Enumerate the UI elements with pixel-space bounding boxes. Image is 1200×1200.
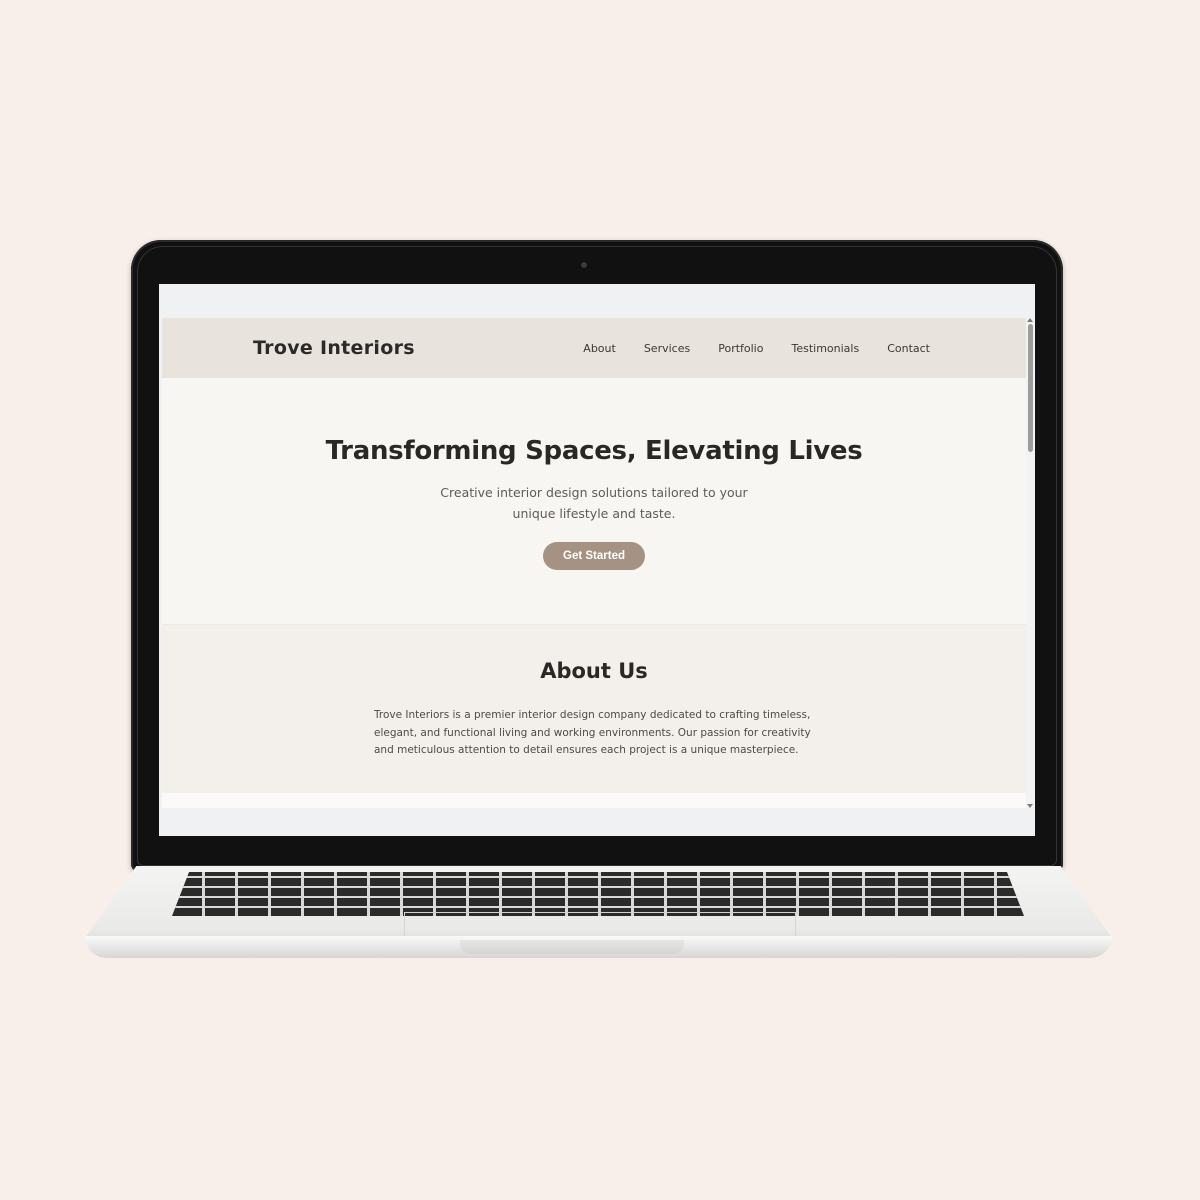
scrollbar-thumb[interactable] xyxy=(1028,324,1033,452)
vertical-scrollbar[interactable] xyxy=(1026,318,1035,808)
nav-link-contact[interactable]: Contact xyxy=(887,342,930,355)
site-navbar: Trove Interiors About Services Portfolio… xyxy=(162,318,1026,378)
about-text: Trove Interiors is a premier interior de… xyxy=(374,709,811,756)
hero-subtitle: Creative interior design solutions tailo… xyxy=(440,485,748,521)
hero-section: Transforming Spaces, Elevating Lives Cre… xyxy=(162,378,1026,625)
keyboard xyxy=(172,872,1024,916)
nav-menu: About Services Portfolio Testimonials Co… xyxy=(555,342,930,355)
nav-link-services[interactable]: Services xyxy=(644,342,690,355)
nav-link-portfolio[interactable]: Portfolio xyxy=(718,342,763,355)
webcam-icon xyxy=(581,262,587,268)
about-section: About Us Trove Interiors is a premier in… xyxy=(162,625,1026,793)
laptop-notch xyxy=(460,940,684,954)
nav-link-about[interactable]: About xyxy=(583,342,616,355)
about-title: About Us xyxy=(540,659,648,683)
scroll-up-icon[interactable] xyxy=(1027,318,1033,322)
get-started-button[interactable]: Get Started xyxy=(543,542,645,570)
browser-viewport[interactable]: Trove Interiors About Services Portfolio… xyxy=(162,318,1026,808)
scroll-down-icon[interactable] xyxy=(1027,804,1033,808)
next-section-edge xyxy=(162,793,1026,808)
brand-logo[interactable]: Trove Interiors xyxy=(253,337,415,359)
laptop-screen: Trove Interiors About Services Portfolio… xyxy=(159,284,1035,836)
hero-title: Transforming Spaces, Elevating Lives xyxy=(325,436,863,466)
nav-link-testimonials[interactable]: Testimonials xyxy=(791,342,859,355)
